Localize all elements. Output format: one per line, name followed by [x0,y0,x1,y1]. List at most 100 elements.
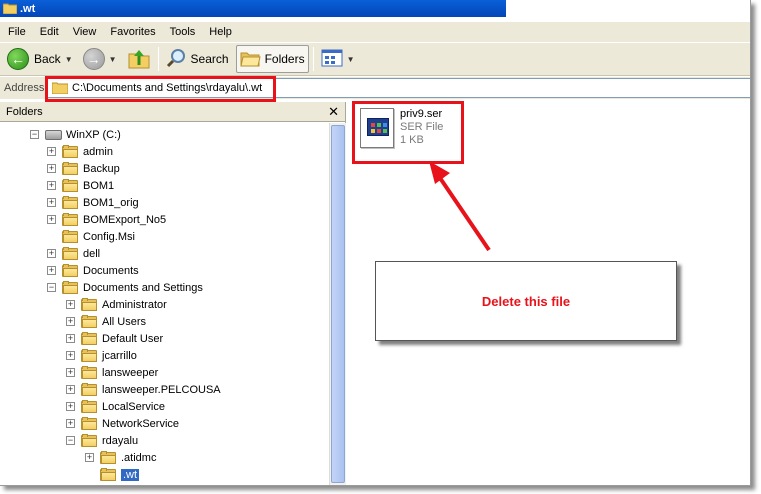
collapse-icon[interactable]: − [66,436,75,445]
menu-tools[interactable]: Tools [163,26,203,38]
expand-icon[interactable]: + [66,385,75,394]
folder-icon [81,400,98,413]
tree-item[interactable]: + Documents [47,262,139,279]
tree-item[interactable]: + NetworkService [66,415,179,432]
search-button[interactable]: Search [163,45,232,73]
folder-icon [2,3,18,15]
tree-item-label: dell [83,247,101,260]
folder-icon [81,417,98,430]
forward-button[interactable]: → ▼ [80,45,124,73]
title-bar-cropped [506,0,750,17]
file-highlight-box [352,101,464,164]
tree-item-label: LocalService [102,400,165,413]
folder-tree: − WinXP (C:) + admin + Backup + BOM1 + BOM1_orig +… [0,124,329,485]
expand-icon[interactable]: + [47,215,56,224]
close-icon[interactable]: ✕ [328,104,339,120]
up-folder-button[interactable] [124,45,154,73]
folders-pane-title: Folders [6,105,43,118]
search-label: Search [190,52,229,66]
tree-scrollbar[interactable] [329,123,346,485]
tree-item[interactable]: − WinXP (C:) [30,126,121,143]
folders-button[interactable]: Folders [235,45,309,73]
views-button[interactable]: ▼ [318,45,362,73]
chevron-down-icon[interactable]: ▼ [347,55,355,64]
views-icon [321,49,343,70]
collapse-icon[interactable]: − [47,283,56,292]
folders-icon [239,48,262,71]
back-label: Back [34,52,61,66]
menu-help[interactable]: Help [202,26,239,38]
tree-item[interactable]: + lansweeper.PELCOUSA [66,381,221,398]
chevron-down-icon[interactable]: ▼ [109,55,117,64]
expand-icon[interactable]: + [66,317,75,326]
tree-item[interactable]: + admin [47,143,113,160]
tree-item-label: .wt [121,468,140,481]
tree-item[interactable]: − Documents and Settings [47,279,203,296]
back-arrow-icon: ← [7,48,29,70]
folder-icon [62,196,79,209]
folder-icon [81,298,98,311]
expand-icon[interactable]: + [47,266,56,275]
tree-item-label: .atidmc [121,451,157,464]
expand-icon[interactable]: + [66,402,75,411]
scrollbar-thumb[interactable] [331,125,345,483]
tree-item-label: BOM1 [83,179,115,192]
tree-item[interactable]: Config.Msi [47,228,135,245]
folders-label: Folders [264,52,305,66]
tree-item[interactable]: + .atidmc [85,449,156,466]
expand-icon[interactable]: + [47,181,56,190]
expand-icon[interactable]: + [66,368,75,377]
menu-file[interactable]: File [0,26,33,38]
chevron-down-icon[interactable]: ▼ [65,55,73,64]
expand-icon[interactable]: + [47,164,56,173]
folder-icon [100,451,117,464]
tree-item-label: jcarrillo [102,349,137,362]
annotation-callout: Delete this file [375,261,677,341]
folder-icon [62,145,79,158]
folder-icon [62,281,79,294]
tree-item[interactable]: + Backup [47,160,120,177]
tree-item-label: All Users [102,315,147,328]
tree-item[interactable]: + LocalService [66,398,165,415]
tree-item[interactable]: + dell [47,245,100,262]
tree-item[interactable]: − rdayalu [66,432,138,449]
expand-icon[interactable]: + [47,198,56,207]
folder-icon [81,383,98,396]
expand-icon[interactable]: + [66,334,75,343]
tree-item-label: Documents and Settings [83,281,203,294]
tree-item[interactable]: + jcarrillo [66,347,137,364]
tree-item-label: WinXP (C:) [66,128,121,141]
folder-icon [81,315,98,328]
expand-icon[interactable]: + [47,249,56,258]
tree-item-label: Config.Msi [83,230,135,243]
address-label: Address [4,82,45,94]
tree-item[interactable]: + Default User [66,330,163,347]
window-title: .wt [20,2,36,15]
tree-item-label: Backup [83,162,120,175]
expand-icon[interactable]: + [66,351,75,360]
back-button[interactable]: ← Back ▼ [4,45,80,73]
tree-item[interactable]: .wt [85,466,140,483]
expand-icon[interactable]: + [66,419,75,428]
menu-view[interactable]: View [66,26,104,38]
tree-item[interactable]: + lansweeper [66,364,158,381]
toolbar-separator [312,47,314,71]
tree-item[interactable]: + All Users [66,313,146,330]
folder-icon [62,230,79,243]
folder-icon [81,332,98,345]
menu-edit[interactable]: Edit [33,26,66,38]
tree-item[interactable]: + Administrator [66,296,167,313]
menu-bar: File Edit View Favorites Tools Help [0,22,750,42]
up-folder-icon [127,47,151,72]
tree-item[interactable]: + BOM1_orig [47,194,139,211]
expand-icon[interactable]: + [66,300,75,309]
collapse-icon[interactable]: − [30,130,39,139]
toolbar: ← Back ▼ → ▼ Search Folders ▼ [0,42,750,76]
expand-icon[interactable]: + [85,453,94,462]
tree-item[interactable]: + BOM1 [47,177,114,194]
expand-icon[interactable]: + [47,147,56,156]
tree-item[interactable]: + BOMExport_No5 [47,211,166,228]
open-folder-icon [100,468,117,481]
menu-favorites[interactable]: Favorites [103,26,162,38]
